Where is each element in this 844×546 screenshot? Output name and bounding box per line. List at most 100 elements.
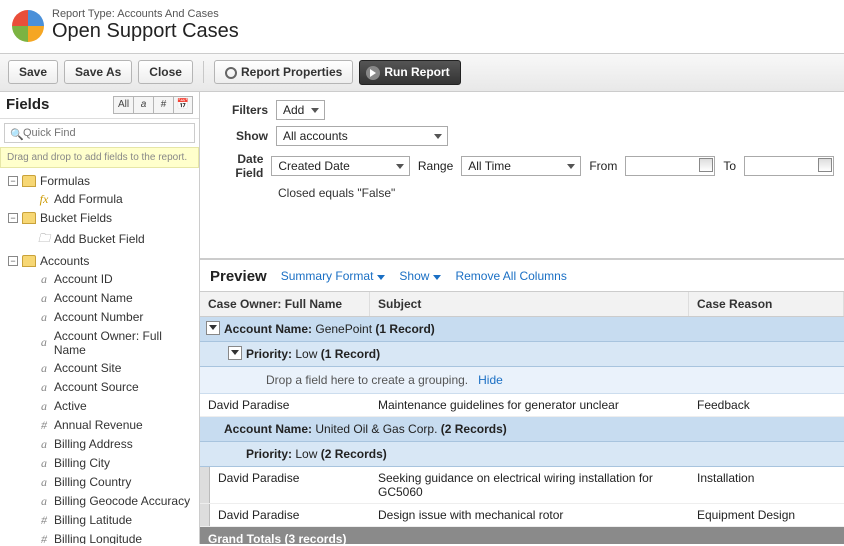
group-label: Account Name: — [224, 422, 312, 436]
save-as-button[interactable]: Save As — [64, 60, 132, 84]
collapse-toggle-icon[interactable] — [206, 321, 220, 335]
report-properties-button[interactable]: Report Properties — [214, 60, 353, 84]
filter-date-button[interactable]: 📅 — [173, 96, 193, 114]
from-label: From — [589, 159, 617, 173]
row-drag-handle[interactable] — [200, 467, 210, 503]
field-type-icon: a — [38, 494, 50, 509]
field-type-icon: a — [38, 380, 50, 395]
tree-field-label: Add Bucket Field — [54, 232, 145, 246]
cell-owner: David Paradise — [210, 504, 370, 526]
folder-icon — [22, 255, 36, 267]
fields-sidebar: Fields All a # 📅 🔍 Drag and drop to add … — [0, 92, 200, 544]
subgroup-count: (2 Records) — [321, 447, 387, 461]
field-type-icon: fx — [38, 192, 50, 207]
close-button[interactable]: Close — [138, 60, 193, 84]
calendar-icon[interactable] — [699, 158, 713, 172]
tree-field[interactable]: aAccount ID — [0, 270, 199, 289]
applied-filter[interactable]: Closed equals "False" — [210, 186, 834, 200]
calendar-icon[interactable] — [818, 158, 832, 172]
fields-heading: Fields — [6, 96, 113, 113]
tree-field[interactable]: #Billing Latitude — [0, 511, 199, 530]
tree-field[interactable]: aAccount Number — [0, 308, 199, 327]
group-row-account[interactable]: Account Name: United Oil & Gas Corp. (2 … — [200, 417, 844, 442]
tree-field[interactable]: aAccount Site — [0, 359, 199, 378]
filter-number-button[interactable]: # — [153, 96, 173, 114]
col-subject[interactable]: Subject — [370, 292, 689, 316]
table-row[interactable]: David ParadiseSeeking guidance on electr… — [200, 467, 844, 504]
expand-toggle-icon[interactable]: − — [8, 256, 18, 266]
range-select[interactable]: All Time — [461, 156, 581, 176]
table-row[interactable]: David ParadiseMaintenance guidelines for… — [200, 394, 844, 417]
tree-folder[interactable]: −Bucket Fields — [0, 209, 199, 227]
search-icon: 🔍 — [10, 128, 24, 141]
tree-field[interactable]: fx Add Formula — [0, 190, 199, 209]
tree-field[interactable]: a Account Name — [0, 289, 199, 308]
group-value: GenePoint — [315, 322, 372, 336]
subgroup-value: Low — [295, 447, 317, 461]
subgroup-count: (1 Record) — [321, 347, 380, 361]
cell-owner: David Paradise — [210, 467, 370, 503]
tree-field[interactable]: aAccount Source — [0, 378, 199, 397]
subgroup-row-priority[interactable]: Priority: Low (1 Record) — [200, 342, 844, 367]
tree-folder[interactable]: − Formulas — [0, 172, 199, 190]
tree-field-label: Account Site — [54, 361, 121, 375]
tree-folder[interactable]: − Accounts — [0, 252, 199, 270]
hide-drop-hint-link[interactable]: Hide — [478, 373, 503, 387]
tree-field-label: Billing City — [54, 456, 110, 470]
field-type-icon: # — [38, 532, 50, 544]
save-button[interactable]: Save — [8, 60, 58, 84]
tree-folder-label: Formulas — [40, 174, 90, 188]
fields-tree[interactable]: − Formulas fx Add Formula −Bucket Fields🗀Add… — [0, 168, 199, 544]
show-select[interactable]: All accounts — [276, 126, 448, 146]
show-menu[interactable]: Show — [399, 269, 441, 283]
expand-toggle-icon[interactable]: − — [8, 176, 18, 186]
cell-reason: Installation — [689, 467, 844, 503]
table-row[interactable]: David ParadiseDesign issue with mechanic… — [200, 504, 844, 527]
field-type-icon: # — [38, 513, 50, 528]
datefield-select[interactable]: Created Date — [271, 156, 409, 176]
field-type-icon: a — [38, 291, 50, 306]
preview-heading: Preview — [210, 268, 267, 285]
summary-format-menu[interactable]: Summary Format — [281, 269, 386, 283]
preview-grid: Case Owner: Full Name Subject Case Reaso… — [200, 291, 844, 544]
quick-find-input[interactable] — [4, 123, 195, 143]
show-value: All accounts — [283, 129, 348, 143]
row-drag-handle[interactable] — [200, 504, 210, 526]
run-report-button[interactable]: Run Report — [359, 60, 460, 85]
filters-heading: Filters — [210, 103, 268, 117]
show-label: Show — [210, 129, 268, 143]
add-filter-dropdown[interactable]: Add — [276, 100, 325, 120]
tree-field[interactable]: aBilling Geocode Accuracy — [0, 492, 199, 511]
page-title: Open Support Cases — [52, 20, 239, 43]
grouping-drop-zone[interactable]: Drop a field here to create a grouping. … — [200, 367, 844, 394]
remove-all-columns-link[interactable]: Remove All Columns — [455, 269, 566, 283]
tree-field-label: Account Name — [54, 291, 133, 305]
subgroup-row-priority[interactable]: Priority: Low (2 Records) — [200, 442, 844, 467]
tree-field[interactable]: 🗀Add Bucket Field — [0, 227, 199, 252]
group-row-account[interactable]: Account Name: GenePoint (1 Record) — [200, 317, 844, 342]
tree-folder-label: Accounts — [40, 254, 89, 268]
col-case-owner[interactable]: Case Owner: Full Name — [200, 292, 370, 316]
cell-reason: Equipment Design — [689, 504, 844, 526]
filter-text-button[interactable]: a — [133, 96, 153, 114]
group-value: United Oil & Gas Corp. — [315, 422, 437, 436]
tree-field[interactable]: aBilling Country — [0, 473, 199, 492]
tree-field[interactable]: aBilling Address — [0, 435, 199, 454]
tree-field[interactable]: #Annual Revenue — [0, 416, 199, 435]
field-type-icon: a — [38, 456, 50, 471]
tree-field[interactable]: aAccount Owner: Full Name — [0, 327, 199, 359]
field-type-icon: a — [38, 475, 50, 490]
range-value: All Time — [468, 159, 511, 173]
tree-field[interactable]: aActive — [0, 397, 199, 416]
run-report-label: Run Report — [384, 65, 449, 79]
field-type-icon: a — [38, 399, 50, 414]
tree-field-label: Billing Longitude — [54, 532, 142, 544]
tree-field-label: Add Formula — [54, 192, 123, 206]
tree-field[interactable]: # Billing Longitude — [0, 530, 199, 544]
gear-icon — [225, 67, 237, 79]
expand-toggle-icon[interactable]: − — [8, 213, 18, 223]
tree-field[interactable]: a Billing City — [0, 454, 199, 473]
col-case-reason[interactable]: Case Reason — [689, 292, 844, 316]
collapse-toggle-icon[interactable] — [228, 346, 242, 360]
filter-all-button[interactable]: All — [113, 96, 133, 114]
